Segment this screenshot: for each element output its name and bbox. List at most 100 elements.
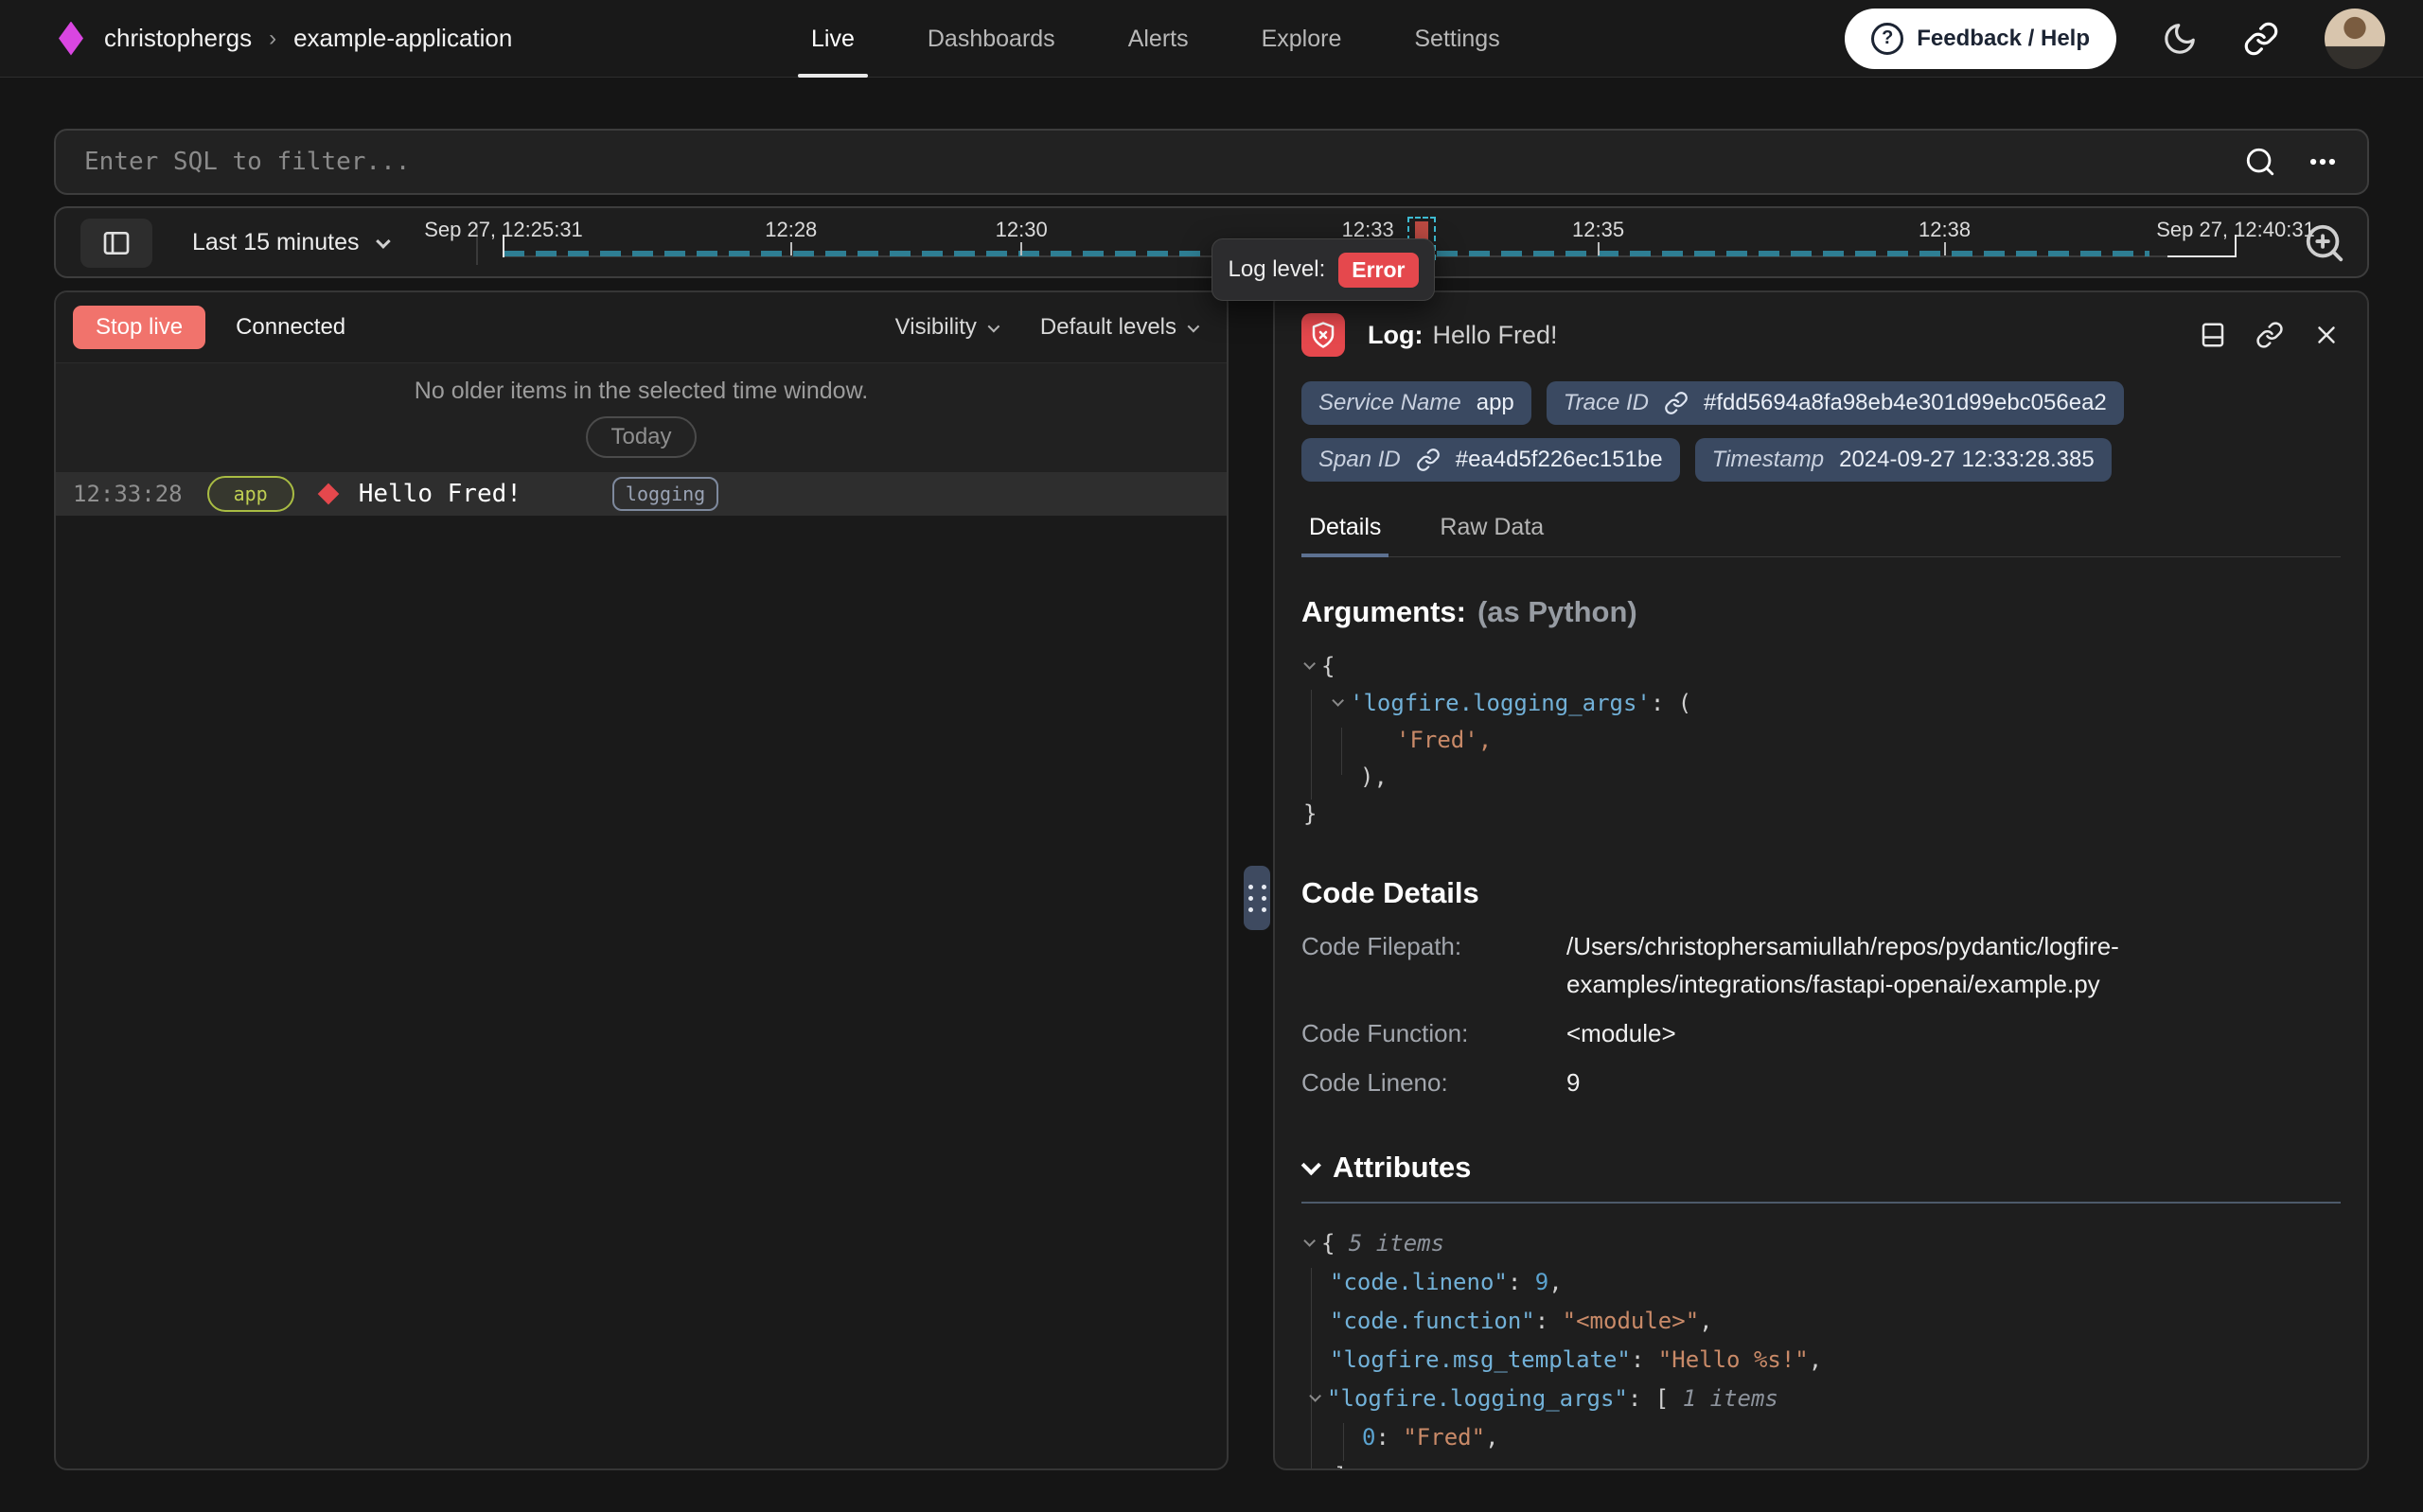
sql-bar-icons <box>2244 146 2339 178</box>
json-token: , <box>1699 1308 1712 1334</box>
copy-link-button[interactable] <box>2255 321 2284 349</box>
link-icon <box>2243 21 2279 57</box>
nav-tab-settings[interactable]: Settings <box>1401 0 1512 78</box>
detail-title-label: Log: <box>1368 321 1423 349</box>
json-token: "Fred" <box>1403 1424 1485 1450</box>
badge-label: Service Name <box>1318 390 1461 416</box>
code-line: } <box>1301 796 2341 833</box>
connection-status: Connected <box>236 314 345 341</box>
arguments-heading-note: (as Python) <box>1477 595 1637 628</box>
live-header-controls: Visibility Default levels <box>895 314 1196 341</box>
error-diamond-icon <box>317 483 339 505</box>
trace-id-badge[interactable]: Trace ID #fdd5694a8fa98eb4e301d99ebc056e… <box>1547 381 2124 425</box>
sidebar-toggle-button[interactable] <box>80 219 152 268</box>
badge-value: app <box>1477 390 1514 416</box>
moon-icon <box>2162 21 2198 57</box>
badge-value: #ea4d5f226ec151be <box>1456 447 1663 473</box>
time-range-dropdown[interactable]: Last 15 minutes <box>177 208 402 276</box>
log-row-selected[interactable]: 12:33:28 app Hello Fred! logging <box>56 472 1227 516</box>
json-token: "code.function" <box>1330 1308 1535 1334</box>
json-token: "code.lineno" <box>1330 1269 1508 1295</box>
breadcrumb-separator: › <box>269 26 276 52</box>
panel-resize-handle[interactable] <box>1244 866 1270 930</box>
zoom-in-icon <box>2303 221 2346 265</box>
badge-label: Trace ID <box>1564 390 1649 416</box>
code-function-row: Code Function: <module> <box>1301 1014 2341 1052</box>
stop-live-button[interactable]: Stop live <box>73 306 205 349</box>
row-value: 9 <box>1566 1064 1580 1101</box>
nav-tab-dashboards[interactable]: Dashboards <box>914 0 1069 78</box>
panel-layout-button[interactable] <box>2199 321 2227 349</box>
nav-tab-alerts[interactable]: Alerts <box>1115 0 1202 78</box>
tab-details[interactable]: Details <box>1301 506 1388 556</box>
dark-mode-toggle[interactable] <box>2162 21 2198 57</box>
json-token: "logfire.msg_template" <box>1330 1346 1631 1373</box>
timeline-tick-label: 12:35 <box>1572 218 1624 242</box>
span-id-badge[interactable]: Span ID #ea4d5f226ec151be <box>1301 438 1680 482</box>
json-token: , <box>1485 1424 1498 1450</box>
nav-tab-explore[interactable]: Explore <box>1248 0 1355 78</box>
badge-value: 2024-09-27 12:33:28.385 <box>1839 447 2095 473</box>
collapse-chevron-icon[interactable] <box>1303 1235 1316 1247</box>
timeline-zoom-button[interactable] <box>2303 221 2346 265</box>
time-range-label: Last 15 minutes <box>192 229 360 256</box>
share-link-button[interactable] <box>2243 21 2279 57</box>
code-details-heading: Code Details <box>1301 876 2341 910</box>
search-button[interactable] <box>2244 146 2276 178</box>
logfire-app: christophergs › example-application Live… <box>0 0 2423 1512</box>
code-filepath-row: Code Filepath: /Users/christophersamiull… <box>1301 927 2341 1003</box>
empty-state-message: No older items in the selected time wind… <box>415 378 868 405</box>
code-lineno-row: Code Lineno: 9 <box>1301 1064 2341 1101</box>
json-token: : <box>1631 1346 1658 1373</box>
row-label: Code Filepath: <box>1301 927 1566 1003</box>
more-options-button[interactable] <box>2307 146 2339 178</box>
breadcrumb: christophergs › example-application <box>104 24 512 53</box>
sidebar-toggle-icon <box>101 228 132 258</box>
collapse-chevron-icon[interactable] <box>1303 658 1316 670</box>
json-token: "logfire.logging_args" <box>1327 1385 1628 1412</box>
row-label: Code Lineno: <box>1301 1064 1566 1101</box>
row-value: /Users/christophersamiullah/repos/pydant… <box>1566 927 2210 1003</box>
timeline-end-mark <box>2235 235 2237 257</box>
feedback-help-button[interactable]: ? Feedback / Help <box>1845 9 2116 69</box>
attributes-json-block: { 5 items "code.lineno": 9, "code.functi… <box>1301 1224 2341 1470</box>
today-button[interactable]: Today <box>586 416 696 458</box>
badge-label: Timestamp <box>1712 447 1824 473</box>
live-panel-header: Stop live Connected Visibility Default l… <box>56 292 1227 362</box>
chevron-down-icon <box>1301 1155 1321 1175</box>
timeline-end-segment <box>2167 255 2236 257</box>
attributes-heading-row[interactable]: Attributes <box>1301 1151 2341 1185</box>
sql-filter-input[interactable] <box>84 148 2244 176</box>
breadcrumb-project[interactable]: example-application <box>293 24 512 53</box>
user-avatar[interactable] <box>2325 9 2385 69</box>
visibility-dropdown[interactable]: Visibility <box>895 314 997 341</box>
detail-header: Log:Hello Fred! <box>1301 313 2341 357</box>
feedback-help-label: Feedback / Help <box>1917 26 2090 52</box>
detail-header-icons <box>2199 321 2341 349</box>
link-icon <box>1416 448 1441 472</box>
log-detail-panel: Log:Hello Fred! Service Name app Tra <box>1273 290 2369 1470</box>
code-line: 'logfire.logging_args': ( <box>1301 685 2341 722</box>
tab-raw-data[interactable]: Raw Data <box>1432 506 1551 556</box>
logfire-logo-icon[interactable] <box>59 22 83 56</box>
default-levels-dropdown[interactable]: Default levels <box>1040 314 1196 341</box>
json-token: 0 <box>1362 1424 1375 1450</box>
close-icon <box>2312 321 2341 349</box>
code-token: : ( <box>1651 690 1691 716</box>
json-line: "code.lineno": 9, <box>1301 1263 2341 1302</box>
close-panel-button[interactable] <box>2312 321 2341 349</box>
top-navbar: christophergs › example-application Live… <box>0 0 2423 78</box>
scope-badge[interactable]: logging <box>612 477 718 511</box>
json-token: 9 <box>1535 1269 1548 1295</box>
attributes-heading: Attributes <box>1333 1151 1471 1185</box>
split-panel-icon <box>2199 321 2227 349</box>
row-value: <module> <box>1566 1014 1676 1052</box>
nav-tab-live[interactable]: Live <box>798 0 868 78</box>
collapse-chevron-icon[interactable] <box>1332 694 1344 707</box>
breadcrumb-org[interactable]: christophergs <box>104 24 252 53</box>
service-badge[interactable]: app <box>207 476 294 512</box>
tooltip-label: Log level: <box>1229 256 1326 283</box>
timeline-tick <box>1598 242 1600 255</box>
json-token: : <box>1535 1308 1563 1334</box>
log-level-tooltip: Log level: Error <box>1212 238 1435 301</box>
